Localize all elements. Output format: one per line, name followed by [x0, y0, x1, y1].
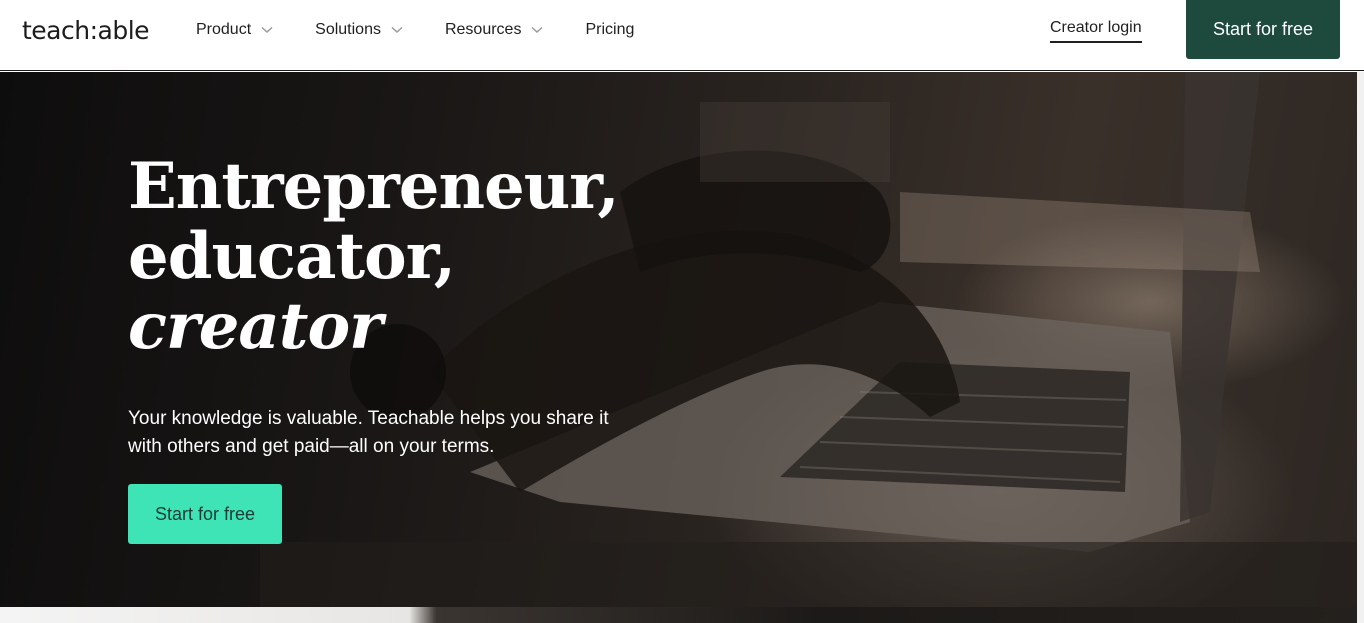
teachable-logo[interactable]: teach:able — [22, 14, 150, 48]
nav-item-product[interactable]: Product — [196, 21, 273, 39]
nav-item-label: Pricing — [585, 21, 635, 38]
nav-item-label: Resources — [444, 21, 522, 38]
hero-subtext: Your knowledge is valuable. Teachable he… — [128, 408, 609, 457]
creator-login-link[interactable]: Creator login — [1050, 19, 1142, 43]
nav-item-label: Solutions — [315, 21, 381, 38]
headline-line-2: educator, — [128, 219, 456, 294]
chevron-down-icon — [531, 26, 543, 34]
site-header: teach:able Product Solutions Resources P… — [0, 0, 1364, 71]
next-section-edge — [0, 607, 1364, 623]
nav-item-solutions[interactable]: Solutions — [315, 21, 403, 39]
headline-line-3: creator — [128, 289, 383, 364]
chevron-down-icon — [391, 26, 403, 34]
headline-line-1: Entrepreneur, — [128, 149, 620, 224]
nav-item-pricing[interactable]: Pricing — [585, 21, 634, 39]
main-nav: Product Solutions Resources Pricing — [196, 0, 676, 60]
page-scrollbar[interactable] — [1357, 72, 1364, 623]
hero-headline: Entrepreneur, educator, creator — [128, 149, 620, 364]
chevron-down-icon — [261, 26, 273, 34]
nav-item-resources[interactable]: Resources — [445, 21, 543, 39]
nav-item-label: Product — [196, 21, 252, 38]
hero-section: Entrepreneur, educator, creator Your kno… — [0, 72, 1364, 607]
header-start-free-button[interactable]: Start for free — [1186, 0, 1340, 59]
hero-start-free-button[interactable]: Start for free — [128, 484, 282, 544]
